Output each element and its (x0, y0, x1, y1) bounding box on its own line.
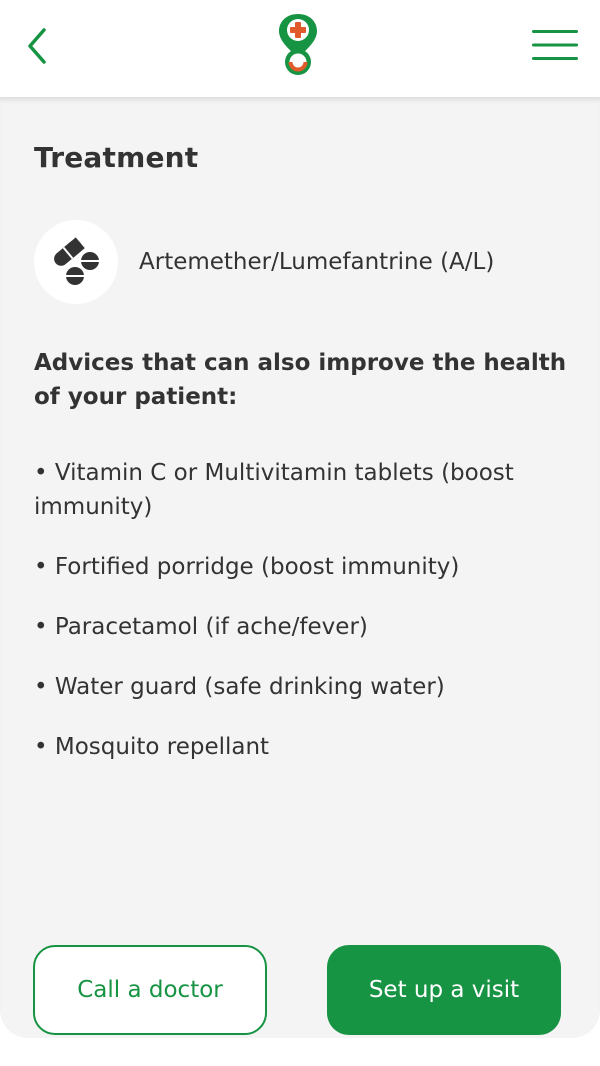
set-up-visit-button[interactable]: Set up a visit (327, 945, 561, 1035)
pills-icon (54, 237, 99, 285)
advice-heading: Advices that can also improve the health… (34, 350, 567, 410)
call-doctor-button[interactable]: Call a doctor (33, 945, 267, 1035)
app-header (0, 0, 600, 97)
page-title: Treatment (34, 141, 199, 174)
list-item: • Mosquito repellant (34, 734, 270, 760)
app-logo (274, 12, 322, 78)
list-item: • Water guard (safe drinking water) (34, 674, 445, 700)
advice-list: • Vitamin C or Multivitamin tablets (boo… (34, 456, 554, 790)
medication-item: Artemether/Lumefantrine (A/L) (34, 219, 494, 305)
menu-button[interactable] (530, 26, 580, 64)
list-item: • Vitamin C or Multivitamin tablets (boo… (34, 460, 514, 520)
medication-icon-circle (34, 220, 118, 304)
medical-pin-logo (279, 14, 317, 75)
list-item: • Fortified porridge (boost immunity) (34, 554, 460, 580)
list-item: • Paracetamol (if ache/fever) (34, 614, 368, 640)
chevron-left-icon (28, 28, 46, 64)
medication-name: Artemether/Lumefantrine (A/L) (139, 249, 495, 275)
back-button[interactable] (22, 24, 58, 68)
treatment-panel: Treatment Artemether/Lumefantrine (A/L) … (0, 97, 600, 1038)
hamburger-menu-icon (532, 30, 578, 60)
